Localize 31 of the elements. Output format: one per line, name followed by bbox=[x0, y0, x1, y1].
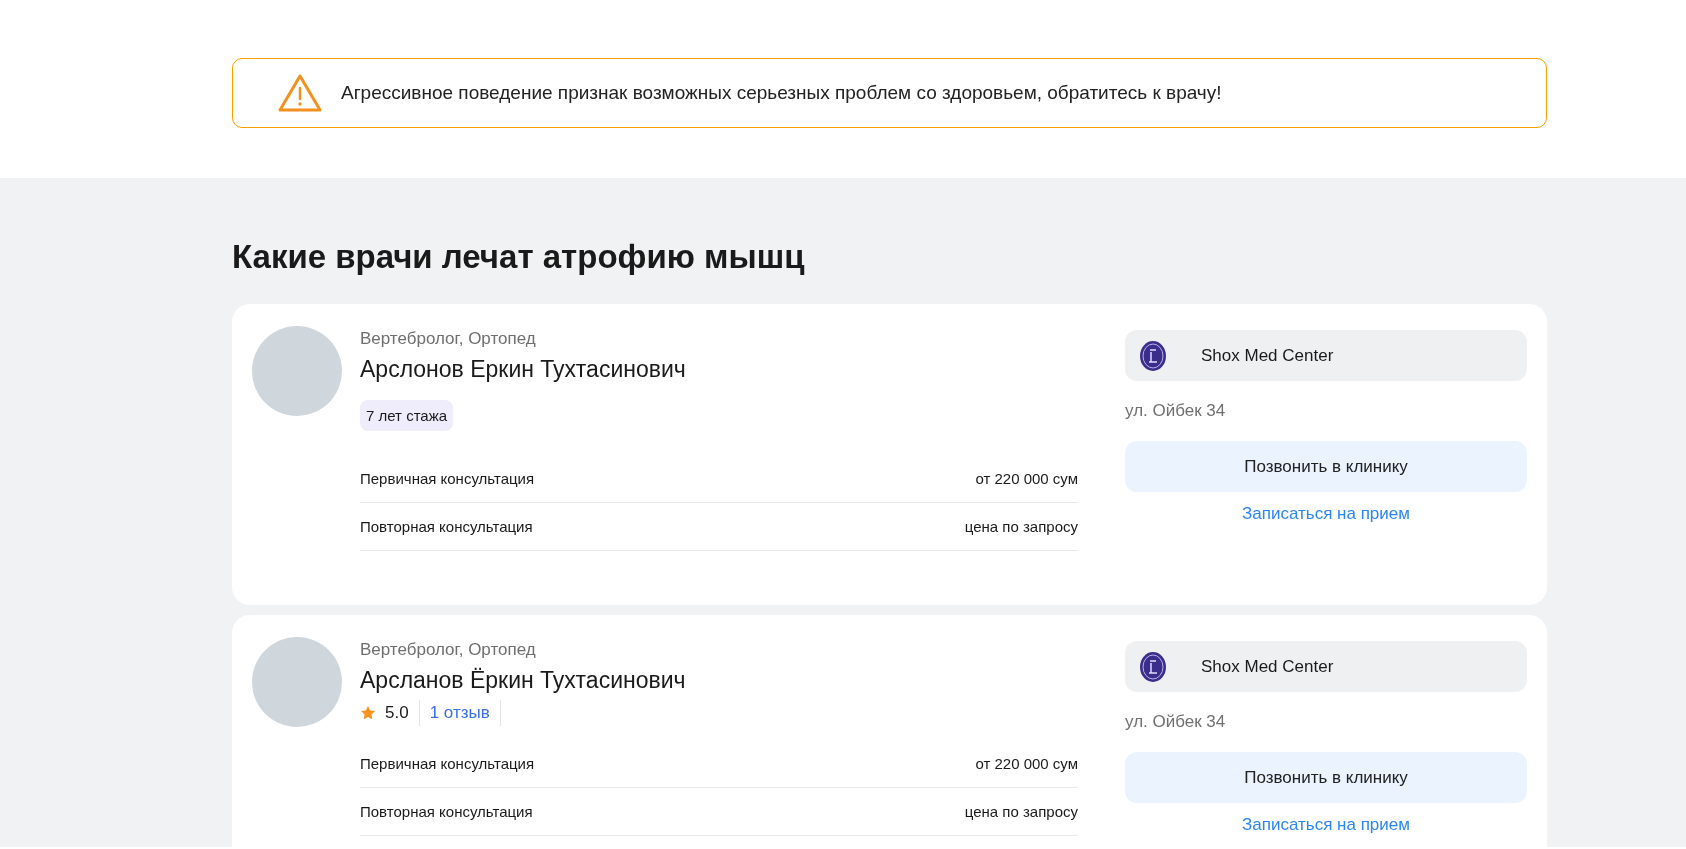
call-clinic-button[interactable]: Позвонить в клинику bbox=[1125, 441, 1527, 492]
doctor-name[interactable]: Арсланов Ёркин Тухтасинович bbox=[360, 667, 1078, 694]
clinic-chip[interactable]: Shox Med Center bbox=[1125, 330, 1527, 381]
doctor-name[interactable]: Арслонов Еркин Тухтасинович bbox=[360, 356, 1078, 383]
clinic-address: ул. Ойбек 34 bbox=[1125, 712, 1227, 732]
clinic-name: Shox Med Center bbox=[1201, 345, 1334, 366]
service-name: Повторная консультация bbox=[360, 518, 533, 535]
book-appointment-link[interactable]: Записаться на прием bbox=[1242, 815, 1410, 835]
clinic-address: ул. Ойбек 34 bbox=[1125, 401, 1227, 421]
section-heading: Какие врачи лечат атрофию мышц bbox=[232, 238, 806, 276]
service-name: Первичная консультация bbox=[360, 470, 535, 487]
clinic-logo-icon bbox=[1139, 650, 1167, 683]
warning-icon bbox=[277, 73, 323, 113]
call-clinic-button[interactable]: Позвонить в клинику bbox=[1125, 752, 1527, 803]
service-name: Повторная консультация bbox=[360, 803, 533, 820]
clinic-chip[interactable]: Shox Med Center bbox=[1125, 641, 1527, 692]
clinic-logo-icon bbox=[1139, 339, 1167, 372]
experience-badge: 7 лет стажа bbox=[360, 400, 454, 431]
warning-text: Агрессивное поведение признак возможных серьезных проблем со здоровьем, обратитесь к врачу! bbox=[341, 82, 1222, 104]
doctor-specialties: Вертебролог, Ортопед bbox=[360, 640, 536, 660]
doctor-specialties: Вертебролог, Ортопед bbox=[360, 329, 536, 349]
star-icon bbox=[360, 705, 376, 721]
rating-value: 5.0 bbox=[385, 703, 409, 723]
clinic-name: Shox Med Center bbox=[1201, 656, 1334, 677]
service-name: Первичная консультация bbox=[360, 755, 535, 772]
service-price: от 220 000 сум bbox=[975, 470, 1078, 487]
service-price: от 220 000 сум bbox=[975, 755, 1078, 772]
book-appointment-link[interactable]: Записаться на прием bbox=[1242, 504, 1410, 524]
service-price: цена по запросу bbox=[964, 803, 1078, 820]
service-price: цена по запросу bbox=[964, 518, 1078, 535]
reviews-link[interactable]: 1 отзыв bbox=[429, 703, 490, 723]
